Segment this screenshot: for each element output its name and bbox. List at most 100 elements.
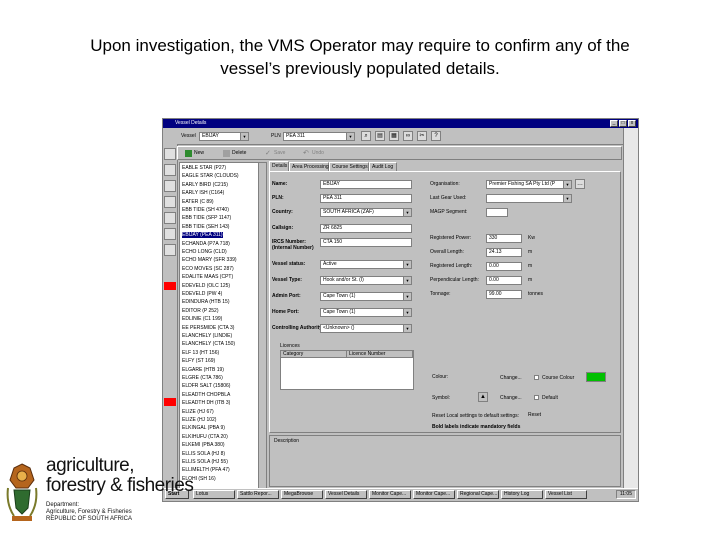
tree-item[interactable]: ECO MOVES (SC 287) — [182, 266, 234, 272]
licences-col-number[interactable]: Licence Number — [347, 351, 413, 358]
new-button[interactable]: New — [184, 149, 204, 158]
tree-item[interactable]: ELKIHUFU (CTA 20) — [182, 434, 228, 440]
tree-item[interactable]: ELIZE (HJ 102) — [182, 417, 216, 423]
lookup-icon[interactable]: … — [575, 179, 585, 189]
close-button[interactable]: x — [628, 120, 636, 127]
tree-item[interactable]: EBB TIDE (SH 4740) — [182, 207, 229, 213]
tree-item[interactable]: EARLY BIRD (C215) — [182, 182, 228, 188]
tab-course-settings[interactable]: Course Settings — [329, 162, 369, 171]
taskbar-item[interactable]: Vessel List — [545, 490, 587, 499]
tree-item[interactable]: ECHO MARY (SFR 339) — [182, 257, 237, 263]
tree-item[interactable]: EDEVELD (OLC 125) — [182, 283, 230, 289]
field-input[interactable]: CTA 150 — [320, 238, 412, 247]
field-input[interactable]: 0.00 — [486, 276, 522, 285]
tree-item[interactable]: ELDFR SALT (15806) — [182, 383, 230, 389]
tree-item[interactable]: ELFY (ST 169) — [182, 358, 215, 364]
tree-item[interactable]: ECHANDA (P7A 718) — [182, 241, 230, 247]
tree-item[interactable]: EBB TIDE (SFP 1147) — [182, 215, 231, 221]
field-input[interactable]: ZR 6825 — [320, 224, 412, 233]
save-button[interactable]: ✓ Save — [264, 149, 285, 158]
minimize-button[interactable]: _ — [610, 120, 618, 127]
field-input[interactable]: 99.00 — [486, 290, 522, 299]
app-icon[interactable] — [164, 196, 176, 208]
app-icon[interactable] — [164, 164, 176, 176]
tree-item[interactable]: EAGLE STAR (CLOUDS) — [182, 173, 239, 179]
tab-audit-log[interactable]: Audit Log — [369, 162, 397, 171]
delete-button[interactable]: Delete — [222, 149, 246, 158]
tree-item[interactable]: EDLINIE (C1 199) — [182, 316, 222, 322]
tree-item[interactable]: EDINDURA (HTB 15) — [182, 299, 230, 305]
field-input[interactable]: 0.00 — [486, 262, 522, 271]
field-value: PEA 311 — [323, 195, 343, 201]
field-select[interactable]: ▼ — [486, 194, 572, 203]
taskbar-item[interactable]: Monitor Cape... — [413, 490, 455, 499]
licences-col-category[interactable]: Category — [281, 351, 347, 358]
cut-icon[interactable]: ✂ — [417, 131, 427, 141]
undo-button[interactable]: ↶ Undo — [302, 149, 324, 158]
field-input[interactable] — [486, 208, 508, 217]
tree-item[interactable]: EBB TIDE (SEH 143) — [182, 224, 229, 230]
pln-select[interactable]: PEA 311 ▼ — [283, 132, 355, 141]
tree-item[interactable]: ELANCHELY (LINDIE) — [182, 333, 232, 339]
print-icon[interactable]: ▤ — [375, 131, 385, 141]
tree-item[interactable]: EABLE STAR (P27) — [182, 165, 226, 171]
app-icon[interactable] — [164, 148, 176, 160]
tree-item[interactable]: EDITOR (P 252) — [182, 308, 219, 314]
tree-item[interactable]: ELKEMI (PBA 380) — [182, 442, 225, 448]
taskbar-item[interactable]: Lotus — [193, 490, 235, 499]
tree-item[interactable]: ELF 13 (HT 156) — [182, 350, 219, 356]
vessel-select[interactable]: EBIJAY ▼ — [199, 132, 249, 141]
field-select[interactable]: Cape Town (1) ▼ — [320, 292, 412, 301]
tab-details[interactable]: Details — [269, 161, 289, 171]
field-select[interactable]: Hook and/or St. (I) ▼ — [320, 276, 412, 285]
field-select[interactable]: Premier Fishing SA Pty Ltd (P ▼ — [486, 180, 572, 189]
pln-label: PLN — [271, 133, 281, 139]
taskbar-item[interactable]: MegaBrowse — [281, 490, 323, 499]
help-icon[interactable]: ? — [431, 131, 441, 141]
app-icon[interactable] — [164, 212, 176, 224]
tree-item[interactable]: ELEADTH DH (ITB 3) — [182, 400, 230, 406]
field-input[interactable]: EBIJAY — [320, 180, 412, 189]
app-icon[interactable] — [164, 228, 176, 240]
tree-item[interactable]: ELIZE (HJ 67) — [182, 409, 214, 415]
tab-area-processing[interactable]: Area Processing — [289, 162, 329, 171]
tree-item[interactable]: ELEADTH CHOPBLA — [182, 392, 230, 398]
tree-item[interactable]: ELANCHELY (CTA 150) — [182, 341, 235, 347]
taskbar-item[interactable]: Regional Cape... — [457, 490, 499, 499]
map-icon[interactable]: ▦ — [389, 131, 399, 141]
tree-item[interactable]: ELGARE (HTB 19) — [182, 367, 224, 373]
tree-item[interactable]: ELKINGAL (PBA 9) — [182, 425, 225, 431]
field-select[interactable]: Cape Town (1) ▼ — [320, 308, 412, 317]
field-select[interactable]: Active ▼ — [320, 260, 412, 269]
field-input[interactable]: PEA 311 — [320, 194, 412, 203]
field-input[interactable]: 24.13 — [486, 248, 522, 257]
tree-item[interactable]: EDEVELD (PW 4) — [182, 291, 222, 297]
tree-item[interactable]: ECHO LONG (CLD) — [182, 249, 227, 255]
app-icon[interactable] — [164, 244, 176, 256]
tree-item[interactable]: EBIJAY (PEA 311) — [182, 232, 223, 239]
tree-scrollbar[interactable] — [258, 163, 266, 488]
tree-item[interactable]: ELGRE (CTA 786) — [182, 375, 223, 381]
field-label: PLN: — [272, 195, 284, 201]
tree-item[interactable]: EARLY ISH (C164) — [182, 190, 224, 196]
field-select[interactable]: <Unknown> () ▼ — [320, 324, 412, 333]
colour-change-button[interactable]: Change... — [500, 375, 522, 381]
field-select[interactable]: SOUTH AFRICA (ZAF) ▼ — [320, 208, 412, 217]
symbol-change-button[interactable]: Change... — [500, 395, 522, 401]
course-colour-checkbox[interactable] — [534, 375, 539, 380]
taskbar-item[interactable]: Vessel Details — [325, 490, 367, 499]
field-input[interactable]: 330 — [486, 234, 522, 243]
app-icon[interactable] — [164, 180, 176, 192]
tree-item[interactable]: EE PERSMIDE (CTA 3) — [182, 325, 234, 331]
binoculars-icon[interactable]: ∞ — [403, 131, 413, 141]
find-icon[interactable]: ⌕ — [361, 131, 371, 141]
taskbar-item[interactable]: Sattlo Repor... — [237, 490, 279, 499]
default-checkbox[interactable] — [534, 395, 539, 400]
tree-item[interactable]: EATER (C 89) — [182, 199, 214, 205]
maximize-button[interactable]: □ — [619, 120, 627, 127]
tree-item[interactable]: EDALITE MAAS (CPT) — [182, 274, 233, 280]
taskbar-item[interactable]: History Log — [501, 490, 543, 499]
reset-button[interactable]: Reset — [528, 412, 541, 418]
taskbar-item[interactable]: Monitor Cape... — [369, 490, 411, 499]
vessel-tree[interactable]: EABLE STAR (P27) EAGLE STAR (CLOUDS) EARLY… — [179, 162, 267, 489]
